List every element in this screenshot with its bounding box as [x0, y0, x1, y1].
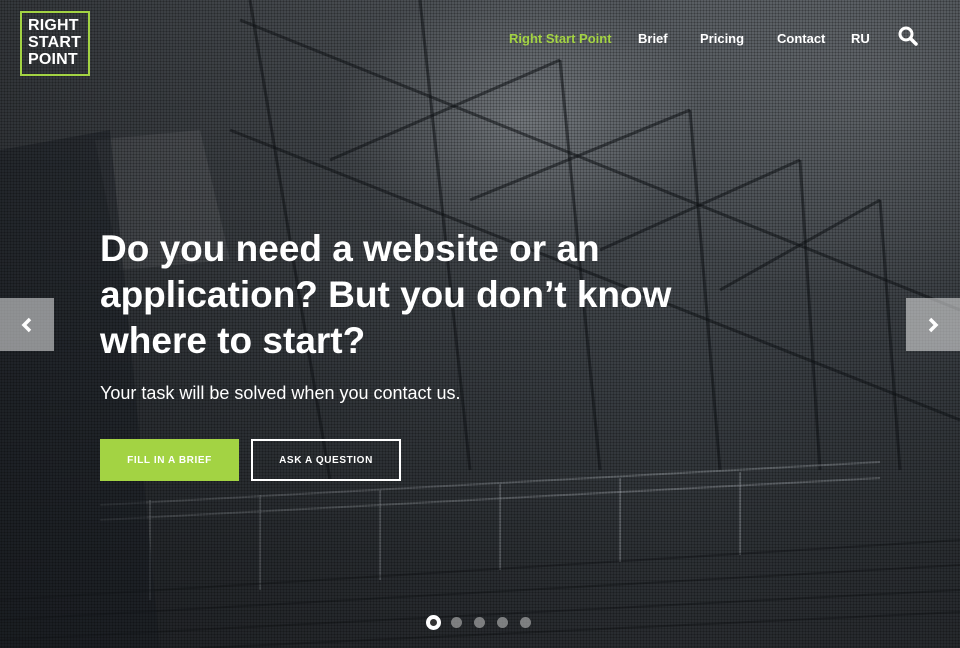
slider-dot-5[interactable]	[520, 617, 531, 628]
logo-line-3: POINT	[28, 51, 78, 68]
slider-dot-3[interactable]	[474, 617, 485, 628]
nav-item-brief[interactable]: Brief	[638, 31, 668, 46]
slider-pagination	[426, 615, 536, 631]
nav-item-pricing[interactable]: Pricing	[700, 31, 744, 46]
slider-dot-1[interactable]	[426, 615, 441, 630]
chevron-right-icon	[928, 317, 939, 332]
nav-item-language-ru[interactable]: RU	[851, 31, 870, 46]
slider-prev-button[interactable]	[0, 298, 54, 351]
nav-item-contact[interactable]: Contact	[777, 31, 825, 46]
slider-next-button[interactable]	[906, 298, 960, 351]
chevron-left-icon	[21, 317, 32, 332]
slider-dot-4[interactable]	[497, 617, 508, 628]
hero-subline: Your task will be solved when you contac…	[100, 383, 461, 403]
nav-item-right-start-point[interactable]: Right Start Point	[509, 31, 612, 46]
slider-dot-2[interactable]	[451, 617, 462, 628]
ask-question-button[interactable]: ASK A QUESTION	[251, 439, 401, 481]
fill-in-brief-button[interactable]: FILL IN A BRIEF	[100, 439, 239, 481]
search-icon[interactable]	[898, 26, 918, 46]
hero-headline: Do you need a website or an application?…	[100, 228, 672, 361]
main-nav: Right Start Point Brief Pricing Contact …	[0, 31, 960, 49]
